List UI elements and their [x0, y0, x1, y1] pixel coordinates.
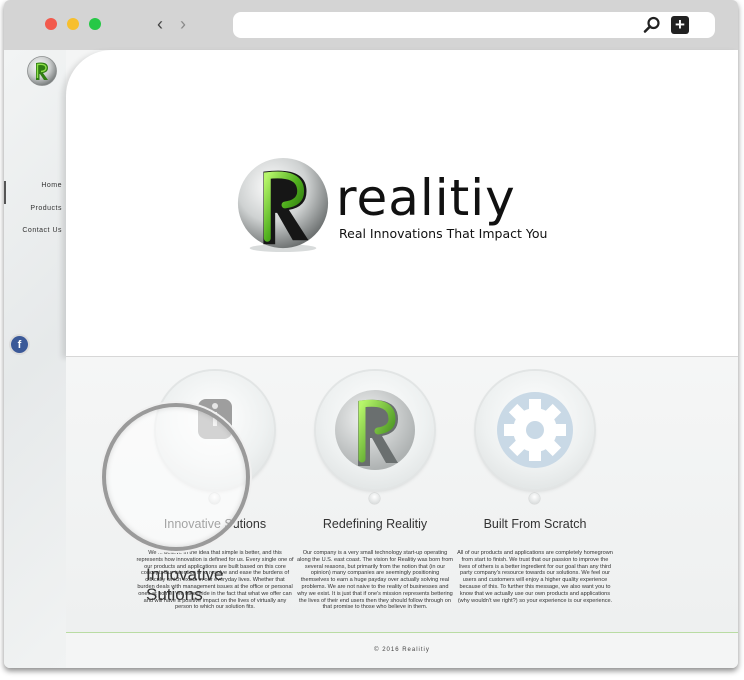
new-tab-plus-icon[interactable]: + — [671, 16, 689, 34]
feature-title: Redefining Realitiy — [322, 517, 428, 531]
gear-icon — [497, 392, 573, 468]
feature-disc — [476, 371, 594, 489]
carousel-dot[interactable] — [369, 493, 380, 504]
nav-products-link[interactable]: Products — [4, 204, 66, 227]
minimize-window-button[interactable] — [67, 18, 79, 30]
sidebar-nav: Home Products Contact Us — [4, 181, 66, 249]
footer: © 2016 Realitiy — [66, 632, 738, 668]
brand-wordmark: realitiy — [336, 169, 516, 227]
feature-body: Our company is a very small technology s… — [297, 550, 453, 611]
maximize-window-button[interactable] — [89, 18, 101, 30]
search-icon[interactable] — [643, 16, 661, 39]
nav-contact-link[interactable]: Contact Us — [4, 226, 66, 249]
nav-home-link[interactable]: Home — [4, 181, 66, 204]
browser-window: ‹ › + Home Products Contact Us f realiti… — [4, 0, 738, 668]
close-window-button[interactable] — [45, 18, 57, 30]
facebook-icon[interactable]: f — [11, 336, 28, 353]
sidebar: Home Products Contact Us f — [4, 50, 66, 668]
copyright-text: © 2016 Realitiy — [374, 647, 430, 653]
realitiy-logo-icon[interactable] — [26, 55, 58, 92]
forward-button[interactable]: › — [180, 14, 186, 34]
carousel-dot[interactable] — [529, 493, 540, 504]
browser-toolbar: ‹ › + — [4, 0, 738, 50]
feature-title: Built From Scratch — [483, 517, 587, 531]
realitiy-hero-logo-icon — [234, 156, 332, 259]
magnified-feature-title: Innovative Sutions — [146, 565, 224, 604]
hero-panel: realitiy Real Innovations That Impact Yo… — [66, 50, 738, 356]
address-bar[interactable]: + — [233, 12, 715, 38]
magnifier-lens: Innovative Sutions — [102, 403, 250, 604]
back-button[interactable]: ‹ — [157, 14, 163, 34]
feature-body: All of our products and applications are… — [457, 550, 613, 604]
brand-tagline: Real Innovations That Impact You — [339, 226, 548, 241]
feature-disc — [316, 371, 434, 489]
realitiy-logo-icon — [335, 390, 415, 470]
features-section: Innovative Sutions We ... believe in the… — [66, 356, 738, 633]
